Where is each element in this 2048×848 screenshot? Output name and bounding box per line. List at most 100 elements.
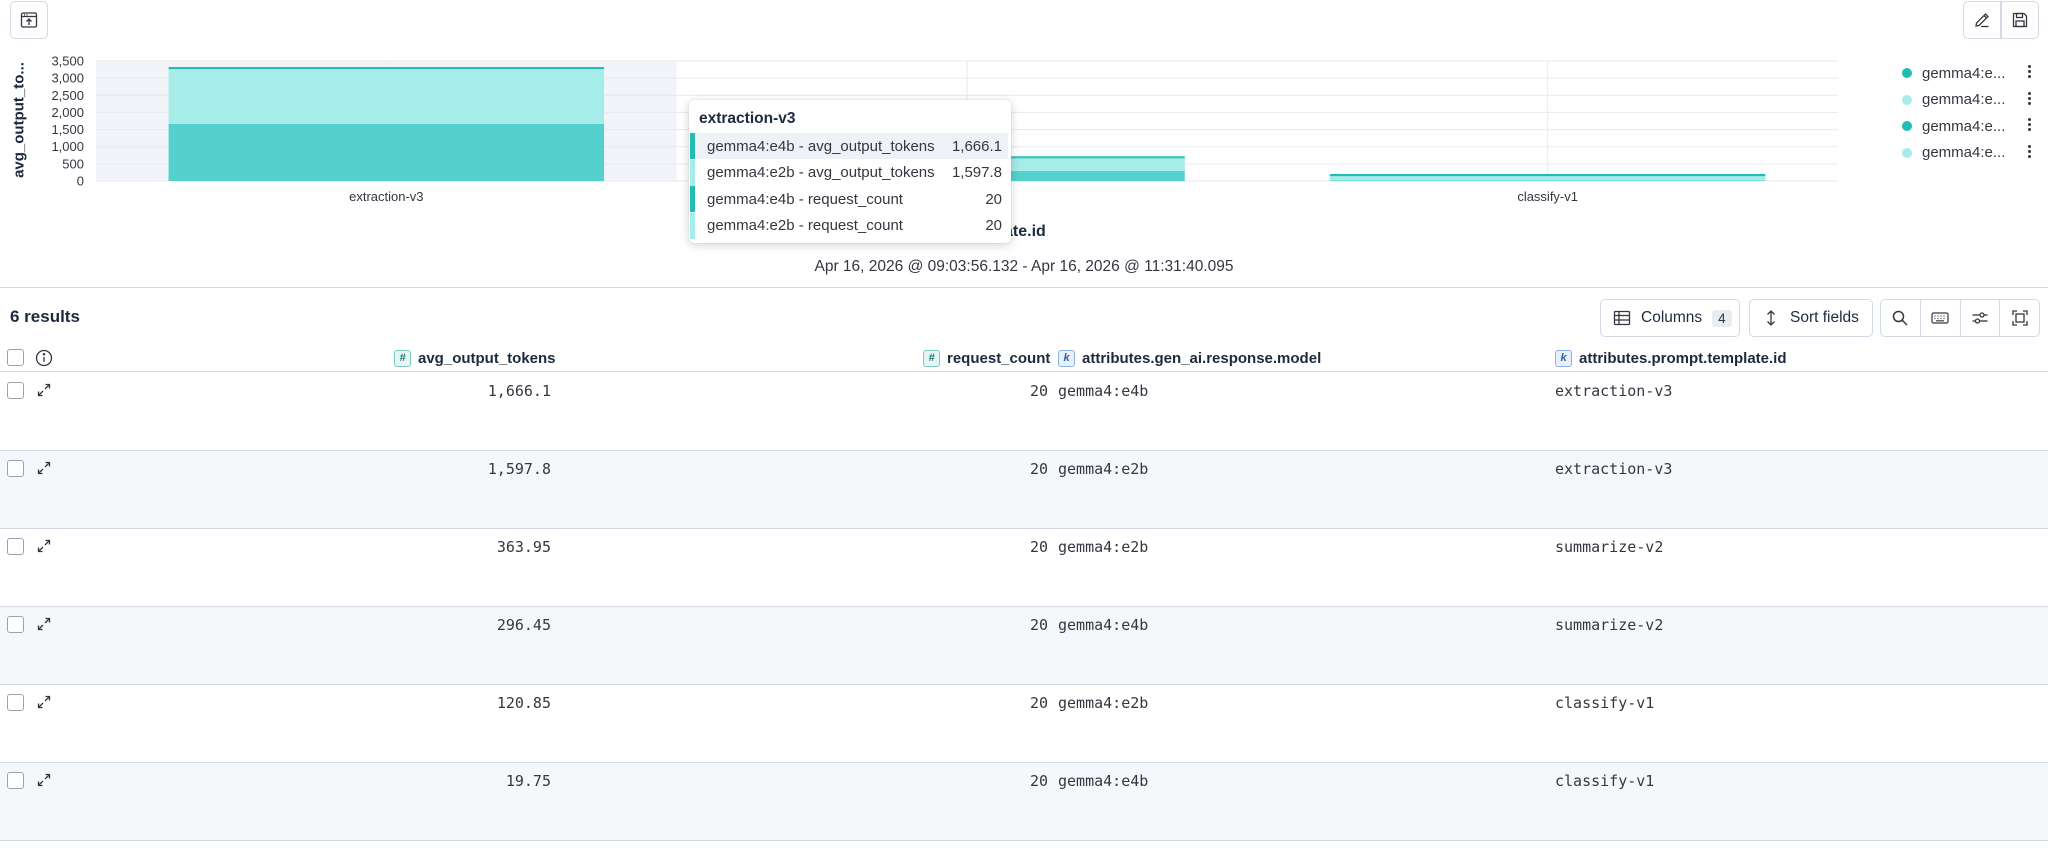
bar-segment: [168, 69, 605, 124]
cell-response-model: gemma4:e4b: [1058, 382, 1149, 400]
y-tick-label: 1,000: [51, 139, 84, 154]
legend-label: gemma4:e...: [1922, 117, 2006, 135]
y-tick-label: 3,500: [51, 54, 84, 69]
table-row: 19.75 20 gemma4:e4b classify-v1: [0, 763, 2048, 841]
header-response-model[interactable]: k attributes.gen_ai.response.model: [1058, 344, 1321, 372]
cell-request-count: 20: [1029, 772, 1048, 790]
row-checkbox[interactable]: [7, 382, 24, 399]
table-row: 363.95 20 gemma4:e2b summarize-v2: [0, 529, 2048, 607]
x-tick-label: classify-v1: [1517, 189, 1578, 204]
search-icon: [1893, 310, 1908, 326]
legend-item[interactable]: gemma4:e...: [1896, 87, 2046, 114]
row-checkbox[interactable]: [7, 694, 24, 711]
keyboard-shortcuts-button[interactable]: [1921, 300, 1961, 336]
section-divider: [0, 287, 2048, 288]
info-icon[interactable]: [35, 349, 53, 367]
chart-legend: gemma4:e... gemma4:e... gemma4:e... gemma4:…: [1896, 60, 2046, 166]
more-options-icon[interactable]: [2028, 65, 2032, 80]
cell-avg-output-tokens: 19.75: [505, 772, 551, 790]
tooltip-swatch: [690, 186, 695, 212]
tooltip-label: gemma4:e4b - avg_output_tokens: [707, 137, 935, 155]
table-row: 296.45 20 gemma4:e4b summarize-v2: [0, 607, 2048, 685]
cell-response-model: gemma4:e2b: [1058, 538, 1149, 556]
legend-swatch: [1902, 147, 1912, 158]
cell-template-id: summarize-v2: [1555, 538, 1664, 556]
cell-request-count: 20: [1029, 538, 1048, 556]
expand-icon[interactable]: [36, 460, 52, 476]
time-range: Apr 16, 2026 @ 09:03:56.132 - Apr 16, 20…: [814, 258, 1234, 275]
expand-icon[interactable]: [36, 772, 52, 788]
y-tick-label: 2,500: [51, 88, 84, 103]
cell-request-count: 20: [1029, 694, 1048, 712]
cell-response-model: gemma4:e4b: [1058, 616, 1149, 634]
tooltip-value: 1,597.8: [951, 164, 1002, 181]
bar-segment: [168, 123, 605, 181]
row-checkbox[interactable]: [7, 460, 24, 477]
legend-label: gemma4:e...: [1922, 91, 2006, 109]
expand-icon[interactable]: [36, 694, 52, 710]
sort-icon: [1767, 310, 1775, 326]
tooltip-swatch: [690, 159, 695, 186]
tooltip-label: gemma4:e2b - request_count: [707, 217, 903, 234]
cell-avg-output-tokens: 1,666.1: [487, 382, 551, 400]
keyword-type-token: k: [1555, 349, 1572, 367]
more-options-icon[interactable]: [2028, 91, 2032, 107]
legend-swatch: [1902, 68, 1912, 79]
row-checkbox[interactable]: [7, 616, 24, 633]
tooltip-value: 20: [985, 190, 1002, 208]
cell-template-id: extraction-v3: [1555, 460, 1673, 478]
bar-segment: [1329, 176, 1766, 181]
y-tick-label: 2,000: [51, 105, 84, 120]
legend-item[interactable]: gemma4:e...: [1896, 140, 2046, 167]
row-checkbox[interactable]: [7, 772, 24, 789]
legend-item[interactable]: gemma4:e...: [1896, 60, 2046, 87]
cell-avg-output-tokens: 296.45: [496, 616, 551, 634]
display-settings-button[interactable]: [1961, 300, 2001, 336]
cell-avg-output-tokens: 363.95: [496, 538, 551, 556]
tooltip-swatch: [690, 133, 695, 159]
select-all-checkbox[interactable]: [7, 349, 24, 366]
x-tick-label: extraction-v3: [349, 189, 423, 204]
header-avg-output-tokens[interactable]: # avg_output_tokens: [394, 344, 556, 372]
cell-response-model: gemma4:e2b: [1058, 460, 1149, 478]
columns-button[interactable]: Columns 4: [1600, 299, 1740, 337]
y-tick-label: 1,500: [51, 122, 84, 137]
y-tick-label: 0: [77, 174, 84, 189]
number-type-token: #: [394, 349, 411, 367]
sort-fields-button[interactable]: Sort fields: [1749, 299, 1873, 337]
legend-item[interactable]: gemma4:e...: [1896, 113, 2046, 140]
keyboard-icon: [1931, 312, 1949, 324]
header-label: attributes.prompt.template.id: [1579, 349, 1787, 367]
table-row: 1,597.8 20 gemma4:e2b extraction-v3: [0, 451, 2048, 529]
header-label: avg_output_tokens: [418, 349, 556, 367]
tooltip-row: gemma4:e2b - avg_output_tokens 1,597.8: [690, 159, 1008, 186]
cell-template-id: classify-v1: [1555, 772, 1655, 790]
more-options-icon[interactable]: [2028, 118, 2032, 133]
keyword-type-token: k: [1058, 349, 1075, 367]
cell-template-id: classify-v1: [1555, 694, 1655, 712]
header-label: request_count: [947, 349, 1051, 367]
legend-label: gemma4:e...: [1922, 64, 2006, 82]
header-template-id[interactable]: k attributes.prompt.template.id: [1555, 344, 1787, 372]
tooltip-value: 1,666.1: [951, 137, 1002, 155]
tooltip-swatch: [690, 212, 695, 239]
search-button[interactable]: [1881, 300, 1921, 336]
legend-swatch: [1902, 121, 1912, 132]
columns-label: Columns: [1641, 309, 1703, 326]
legend-label: gemma4:e...: [1922, 144, 2006, 162]
table-icon: [1613, 310, 1631, 326]
fullscreen-icon: [2011, 310, 2028, 326]
expand-icon[interactable]: [36, 616, 52, 632]
expand-icon[interactable]: [36, 382, 52, 398]
y-tick-label: 500: [62, 156, 84, 171]
row-checkbox[interactable]: [7, 538, 24, 555]
fullscreen-button[interactable]: [2000, 300, 2039, 336]
header-label: attributes.gen_ai.response.model: [1082, 349, 1322, 367]
expand-icon[interactable]: [36, 538, 52, 554]
header-request-count[interactable]: # request_count: [923, 344, 1050, 372]
columns-count-badge: 4: [1712, 309, 1732, 327]
tooltip-title: extraction-v3: [699, 110, 796, 127]
chart-panel: 3,500 3,000 2,500 2,000 1,500 1,000 500 0 extrac…: [0, 0, 2048, 288]
legend-swatch: [1902, 94, 1912, 105]
more-options-icon[interactable]: [2028, 144, 2032, 160]
